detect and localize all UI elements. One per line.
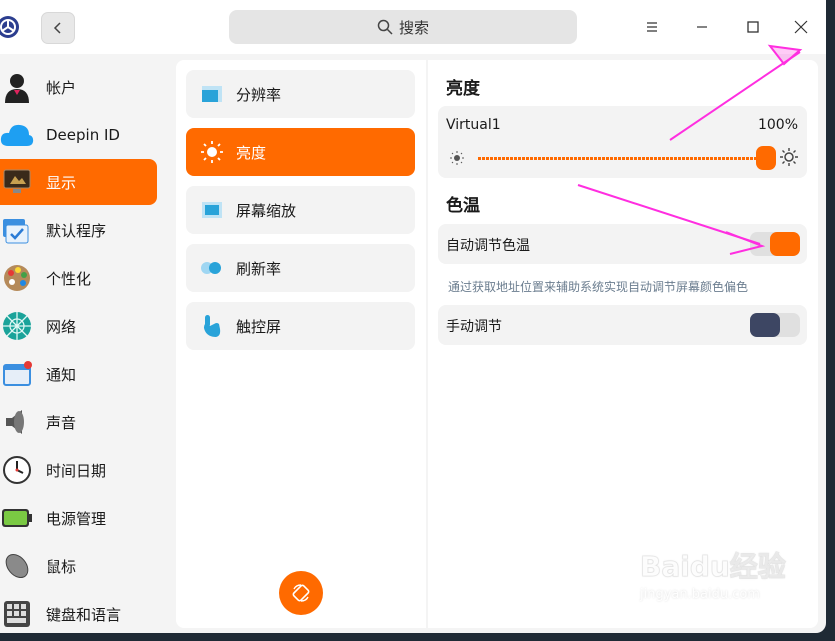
brightness-card: Virtual1 100% xyxy=(438,106,807,178)
sidebar-item-label: Deepin ID xyxy=(46,126,120,144)
rotate-icon xyxy=(292,584,310,602)
color-temp-title: 色温 xyxy=(446,196,480,216)
battery-icon xyxy=(0,501,34,535)
rotate-screen-button[interactable] xyxy=(279,571,323,615)
sidebar-item-label: 时间日期 xyxy=(46,461,107,480)
sidebar-item-label: 个性化 xyxy=(46,269,92,288)
chevron-left-icon xyxy=(53,22,61,34)
clock-icon xyxy=(0,453,34,487)
sidebar-item-keyboard[interactable]: 键盘和语言 xyxy=(0,591,157,633)
touch-icon xyxy=(200,314,224,338)
sidebar: 帐户 Deepin ID 显示 默认程序 个性化 网络 通知 声音 时间日期 电… xyxy=(0,54,168,633)
keyboard-icon xyxy=(0,597,34,631)
sidebar-item-network[interactable]: 网络 xyxy=(0,303,157,349)
manual-color-temp-row: 手动调节 xyxy=(438,305,807,345)
default-apps-icon xyxy=(0,213,34,247)
scale-icon xyxy=(200,198,224,222)
sidebar-item-label: 鼠标 xyxy=(46,557,77,576)
sidebar-item-label: 通知 xyxy=(46,365,77,384)
sidebar-item-power[interactable]: 电源管理 xyxy=(0,495,157,541)
manual-color-temp-label: 手动调节 xyxy=(446,319,502,335)
sidebar-item-label: 帐户 xyxy=(46,78,77,97)
sun-icon xyxy=(200,140,224,164)
menu-icon xyxy=(647,22,657,32)
toggle-knob xyxy=(750,313,780,337)
submenu-item-refresh-rate[interactable]: 刷新率 xyxy=(186,244,415,292)
sidebar-item-label: 显示 xyxy=(46,173,77,192)
search-label: 搜索 xyxy=(398,18,429,37)
brightness-title: 亮度 xyxy=(446,79,480,99)
palette-icon xyxy=(0,261,34,295)
brightness-panel: 亮度 Virtual1 100% 色温 自动调节色温 通过获取地址位置来辅助系统… xyxy=(428,60,818,628)
sidebar-item-label: 电源管理 xyxy=(46,509,107,528)
toggle-knob xyxy=(770,232,800,256)
close-icon xyxy=(794,20,808,34)
sidebar-item-mouse[interactable]: 鼠标 xyxy=(0,543,157,589)
search-box[interactable]: 搜索 xyxy=(229,10,577,44)
network-icon xyxy=(0,309,34,343)
menu-button[interactable] xyxy=(640,15,664,39)
submenu-item-resolution[interactable]: 分辨率 xyxy=(186,70,415,118)
mouse-icon xyxy=(0,549,34,583)
sidebar-item-label: 键盘和语言 xyxy=(46,605,122,624)
submenu-item-label: 屏幕缩放 xyxy=(236,201,297,220)
settings-window: 搜索 帐户 Deepin ID 显示 默认程序 个性化 网络 通知 声音 时间日… xyxy=(0,0,826,633)
submenu-item-label: 亮度 xyxy=(236,143,267,162)
submenu-item-label: 分辨率 xyxy=(236,85,282,104)
maximize-button[interactable] xyxy=(741,15,765,39)
search-icon xyxy=(377,19,393,35)
brightness-slider-track[interactable] xyxy=(478,157,768,160)
submenu-item-scale[interactable]: 屏幕缩放 xyxy=(186,186,415,234)
display-submenu: 分辨率 亮度 屏幕缩放 刷新率 触控屏 xyxy=(176,60,426,628)
sidebar-item-label: 网络 xyxy=(46,317,77,336)
brightness-slider-handle[interactable] xyxy=(756,146,776,170)
close-button[interactable] xyxy=(789,15,813,39)
sidebar-item-notification[interactable]: 通知 xyxy=(0,351,157,397)
resolution-icon xyxy=(200,82,224,106)
maximize-icon xyxy=(747,21,759,33)
auto-color-temp-row: 自动调节色温 xyxy=(438,224,807,264)
auto-color-temp-label: 自动调节色温 xyxy=(446,238,530,254)
monitor-icon xyxy=(0,165,34,199)
user-icon xyxy=(0,70,34,104)
submenu-item-label: 刷新率 xyxy=(236,259,282,278)
sidebar-item-account[interactable]: 帐户 xyxy=(0,64,157,110)
cloud-icon xyxy=(0,118,34,152)
brightness-low-icon xyxy=(450,150,464,169)
monitor-name: Virtual1 xyxy=(446,117,501,133)
sidebar-item-datetime[interactable]: 时间日期 xyxy=(0,447,157,493)
sidebar-item-default-apps[interactable]: 默认程序 xyxy=(0,207,157,253)
control-center-logo-icon xyxy=(0,12,22,42)
auto-color-temp-hint: 通过获取地址位置来辅助系统实现自动调节屏幕颜色偏色 xyxy=(448,280,749,294)
minimize-button[interactable] xyxy=(690,15,714,39)
refresh-rate-icon xyxy=(200,256,224,280)
auto-color-temp-toggle[interactable] xyxy=(750,232,800,256)
watermark-url: jingyan.baidu.com xyxy=(640,587,760,602)
submenu-item-touchscreen[interactable]: 触控屏 xyxy=(186,302,415,350)
sidebar-item-sound[interactable]: 声音 xyxy=(0,399,157,445)
notification-icon xyxy=(0,357,34,391)
manual-color-temp-toggle[interactable] xyxy=(750,313,800,337)
sidebar-item-display[interactable]: 显示 xyxy=(0,159,157,205)
sidebar-item-label: 声音 xyxy=(46,413,77,432)
brightness-high-icon xyxy=(780,148,798,170)
minimize-icon xyxy=(697,26,707,28)
sidebar-item-personalization[interactable]: 个性化 xyxy=(0,255,157,301)
submenu-item-label: 触控屏 xyxy=(236,317,282,336)
sidebar-item-deepin-id[interactable]: Deepin ID xyxy=(0,112,157,158)
sidebar-item-label: 默认程序 xyxy=(46,221,107,240)
back-button[interactable] xyxy=(41,12,75,44)
submenu-item-brightness[interactable]: 亮度 xyxy=(186,128,415,176)
watermark-brand: Baidu经验 xyxy=(640,550,787,584)
brightness-value: 100% xyxy=(757,117,798,133)
titlebar: 搜索 xyxy=(0,0,826,54)
baidu-watermark: Baidu经验 jingyan.baidu.com xyxy=(640,545,790,625)
speaker-icon xyxy=(0,405,34,439)
